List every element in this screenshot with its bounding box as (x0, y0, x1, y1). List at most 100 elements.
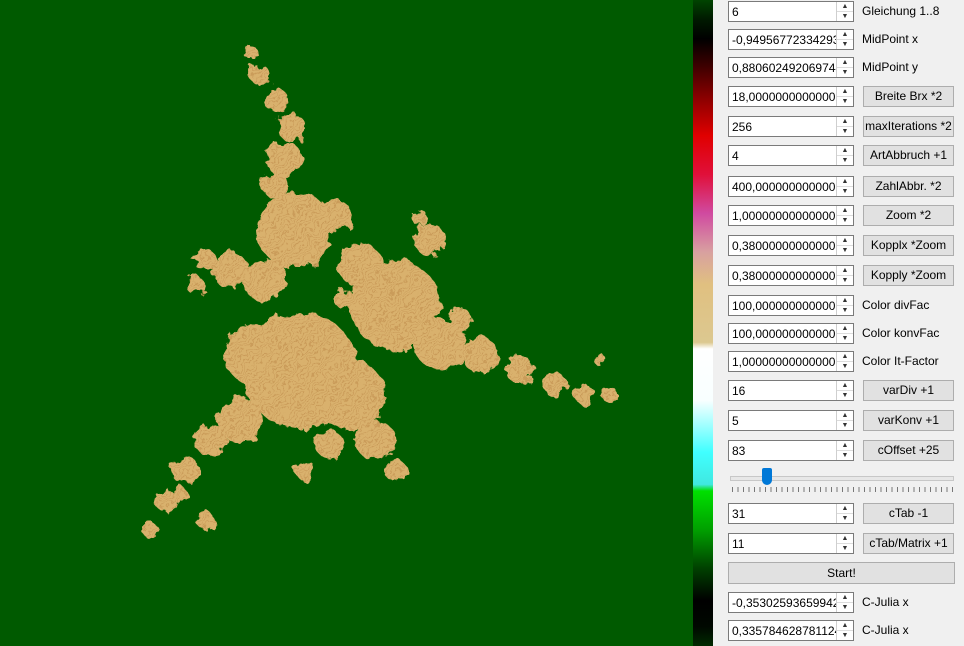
down-arrow-icon[interactable]: ▼ (837, 334, 853, 343)
input-value[interactable]: 83 (732, 444, 836, 458)
up-arrow-icon[interactable]: ▲ (837, 381, 853, 391)
up-arrow-icon[interactable]: ▲ (837, 441, 853, 451)
input-value[interactable]: 11 (732, 537, 836, 551)
input-value[interactable]: 1,0000000000000000 (732, 355, 836, 369)
vardiv-1-numeric-input[interactable]: 16 ▲ ▼ (728, 380, 854, 401)
up-arrow-icon[interactable]: ▲ (837, 324, 853, 334)
up-arrow-icon[interactable]: ▲ (837, 146, 853, 156)
down-arrow-icon[interactable]: ▼ (837, 276, 853, 285)
color-offset-slider[interactable] (728, 466, 954, 494)
down-arrow-icon[interactable]: ▼ (837, 156, 853, 165)
kopply-zoom-button[interactable]: Kopply *Zoom (863, 265, 954, 286)
color-divfac-numeric-input[interactable]: 100,0000000000000 ▲ ▼ (728, 295, 854, 316)
up-arrow-icon[interactable]: ▲ (837, 352, 853, 362)
up-arrow-icon[interactable]: ▲ (837, 117, 853, 127)
maxiterations-2-button[interactable]: maxIterations *2 (863, 116, 954, 137)
input-value[interactable]: 4 (732, 149, 836, 163)
c-julia-x-numeric-input[interactable]: -0,353025936599423 ▲ ▼ (728, 592, 854, 613)
midpoint-y-numeric-input[interactable]: 0,880602492069744 ▲ ▼ (728, 57, 854, 78)
spin-buttons: ▲ ▼ (836, 411, 853, 430)
input-value[interactable]: 16 (732, 384, 836, 398)
up-arrow-icon[interactable]: ▲ (837, 504, 853, 514)
down-arrow-icon[interactable]: ▼ (837, 68, 853, 77)
artabbruch-1-button[interactable]: ArtAbbruch +1 (863, 145, 954, 166)
julia-set-image (142, 45, 618, 538)
spin-buttons: ▲ ▼ (836, 266, 853, 285)
zahlabbr-2-button[interactable]: ZahlAbbr. *2 (863, 176, 954, 197)
down-arrow-icon[interactable]: ▼ (837, 451, 853, 460)
ctab-matrix-1-button[interactable]: cTab/Matrix +1 (863, 533, 954, 554)
up-arrow-icon[interactable]: ▲ (837, 87, 853, 97)
up-arrow-icon[interactable]: ▲ (837, 296, 853, 306)
input-value[interactable]: 100,0000000000000 (732, 299, 836, 313)
down-arrow-icon[interactable]: ▼ (837, 187, 853, 196)
down-arrow-icon[interactable]: ▼ (837, 631, 853, 640)
ctab-matrix-1-numeric-input[interactable]: 11 ▲ ▼ (728, 533, 854, 554)
down-arrow-icon[interactable]: ▼ (837, 544, 853, 553)
input-value[interactable]: 0,880602492069744 (732, 61, 836, 75)
gleichung-1-8-numeric-input[interactable]: 6 ▲ ▼ (728, 1, 854, 22)
up-arrow-icon[interactable]: ▲ (837, 534, 853, 544)
ctab-1-numeric-input[interactable]: 31 ▲ ▼ (728, 503, 854, 524)
input-value[interactable]: 100,0000000000000 (732, 327, 836, 341)
up-arrow-icon[interactable]: ▲ (837, 177, 853, 187)
coffset-25-button[interactable]: cOffset +25 (863, 440, 954, 461)
down-arrow-icon[interactable]: ▼ (837, 127, 853, 136)
down-arrow-icon[interactable]: ▼ (837, 421, 853, 430)
input-value[interactable]: 0,335784628781124 (732, 624, 836, 638)
varkonv-1-numeric-input[interactable]: 5 ▲ ▼ (728, 410, 854, 431)
down-arrow-icon[interactable]: ▼ (837, 603, 853, 612)
down-arrow-icon[interactable]: ▼ (837, 216, 853, 225)
input-value[interactable]: 6 (732, 5, 836, 19)
input-value[interactable]: 256 (732, 120, 836, 134)
breite-brx-2-numeric-input[interactable]: 18,00000000000000 ▲ ▼ (728, 86, 854, 107)
up-arrow-icon[interactable]: ▲ (837, 621, 853, 631)
down-arrow-icon[interactable]: ▼ (837, 246, 853, 255)
down-arrow-icon[interactable]: ▼ (837, 306, 853, 315)
kopply-zoom-numeric-input[interactable]: 0,3800000000000000▲▼ (728, 265, 854, 286)
input-value[interactable]: -0,353025936599423 (732, 596, 836, 610)
artabbruch-1-numeric-input[interactable]: 4 ▲ ▼ (728, 145, 854, 166)
down-arrow-icon[interactable]: ▼ (837, 514, 853, 523)
up-arrow-icon[interactable]: ▲ (837, 411, 853, 421)
down-arrow-icon[interactable]: ▼ (837, 362, 853, 371)
input-value[interactable]: 31 (732, 507, 836, 521)
input-value[interactable]: 0,3800000000000000 (732, 239, 836, 253)
up-arrow-icon[interactable]: ▲ (837, 2, 853, 12)
kopplx-zoom-button[interactable]: Kopplx *Zoom (863, 235, 954, 256)
midpoint-x-numeric-input[interactable]: -0,949567723342937 ▲ ▼ (728, 29, 854, 50)
up-arrow-icon[interactable]: ▲ (837, 206, 853, 216)
up-arrow-icon[interactable]: ▲ (837, 30, 853, 40)
coffset-25-numeric-input[interactable]: 83 ▲ ▼ (728, 440, 854, 461)
zoom-2-button[interactable]: Zoom *2 (863, 205, 954, 226)
color-konvfac-numeric-input[interactable]: 100,0000000000000 ▲ ▼ (728, 323, 854, 344)
ctab-1-button[interactable]: cTab -1 (863, 503, 954, 524)
c-julia-x-numeric-input[interactable]: 0,335784628781124 ▲ ▼ (728, 620, 854, 641)
down-arrow-icon[interactable]: ▼ (837, 391, 853, 400)
down-arrow-icon[interactable]: ▼ (837, 12, 853, 21)
zoom-2-numeric-input[interactable]: 1,0000000000000000▲▼ (728, 205, 854, 226)
breite-brx-2-button[interactable]: Breite Brx *2 (863, 86, 954, 107)
input-value[interactable]: 1,0000000000000000 (732, 209, 836, 223)
input-value[interactable]: 0,3800000000000000 (732, 269, 836, 283)
up-arrow-icon[interactable]: ▲ (837, 593, 853, 603)
start-button[interactable]: Start! (728, 562, 955, 584)
zahlabbr-2-numeric-input[interactable]: 400,0000000000000 ▲ ▼ (728, 176, 854, 197)
input-value[interactable]: 18,00000000000000 (732, 90, 836, 104)
varkonv-1-button[interactable]: varKonv +1 (863, 410, 954, 431)
input-value[interactable]: 400,0000000000000 (732, 180, 836, 194)
down-arrow-icon[interactable]: ▼ (837, 40, 853, 49)
spin-buttons: ▲ ▼ (836, 117, 853, 136)
up-arrow-icon[interactable]: ▲ (837, 58, 853, 68)
slider-thumb[interactable] (761, 468, 772, 485)
up-arrow-icon[interactable]: ▲ (837, 236, 853, 246)
input-value[interactable]: 5 (732, 414, 836, 428)
vardiv-1-button[interactable]: varDiv +1 (863, 380, 954, 401)
fractal-canvas[interactable] (0, 0, 693, 646)
input-value[interactable]: -0,949567723342937 (732, 33, 836, 47)
down-arrow-icon[interactable]: ▼ (837, 97, 853, 106)
up-arrow-icon[interactable]: ▲ (837, 266, 853, 276)
maxiterations-2-numeric-input[interactable]: 256 ▲ ▼ (728, 116, 854, 137)
kopplx-zoom-numeric-input[interactable]: 0,3800000000000000▲▼ (728, 235, 854, 256)
color-it-factor-numeric-input[interactable]: 1,0000000000000000▲▼ (728, 351, 854, 372)
